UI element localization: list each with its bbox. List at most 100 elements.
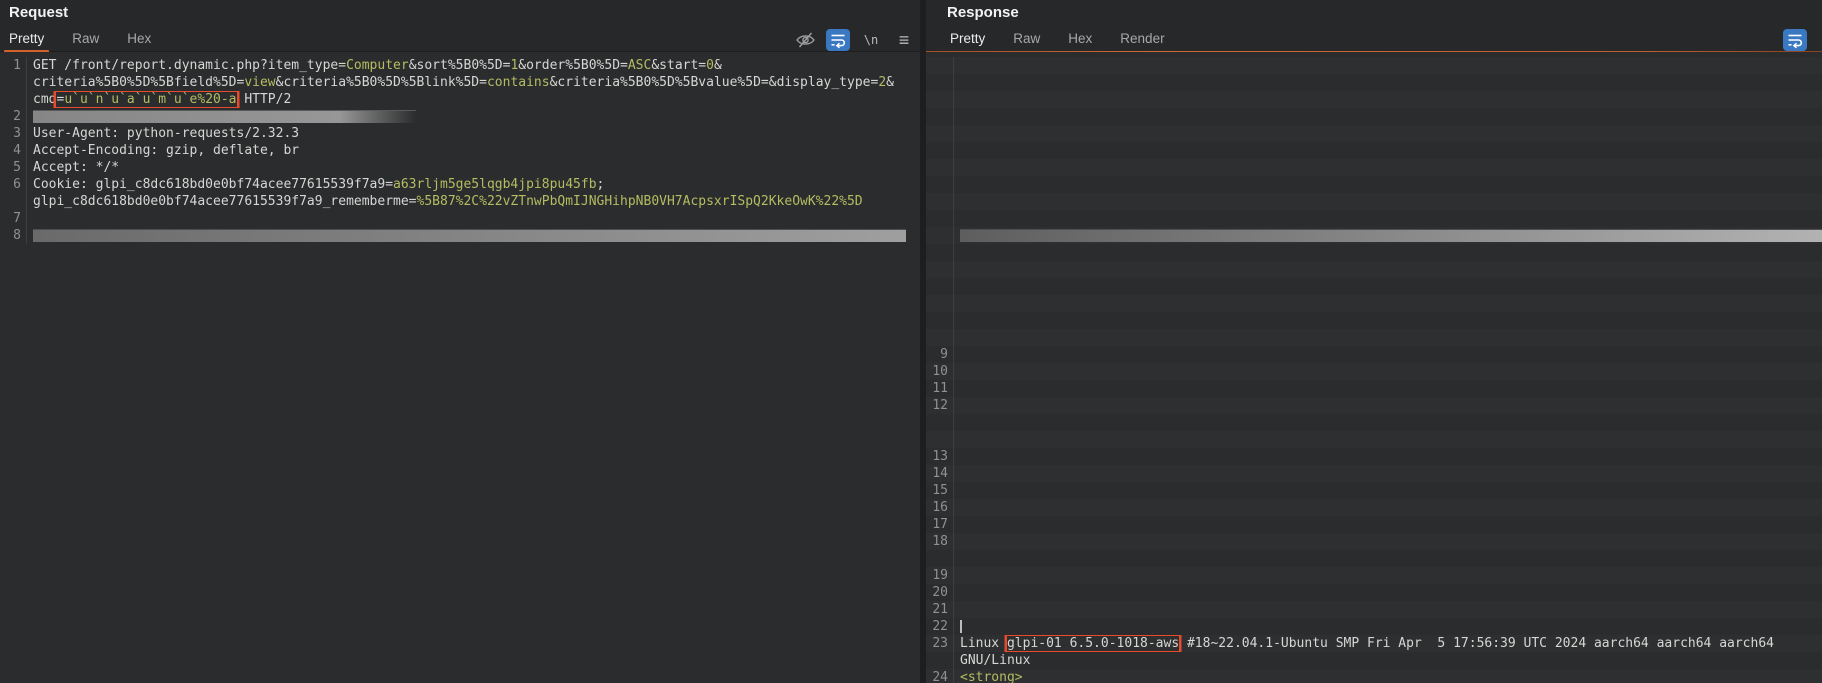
line-number — [926, 193, 954, 210]
code-row: criteria%5B0%5D%5Bfield%5D=view&criteria… — [0, 74, 920, 91]
code-row: 20 — [926, 584, 1822, 601]
request-panel-title: Request — [9, 4, 69, 21]
code-line: GET /front/report.dynamic.php?item_type=… — [27, 57, 920, 74]
code-segment: User-Agent: python-requests/2.32.3 — [33, 126, 300, 141]
code-segment: #18~22.04.1-Ubuntu SMP Fri Apr 5 17:56:3… — [1179, 636, 1774, 651]
code-row: 19 — [926, 567, 1822, 584]
code-row: 12 — [926, 397, 1822, 414]
code-segment: & — [713, 58, 722, 73]
code-row: 6 Cookie: glpi_c8dc618bd0e0bf74acee776155… — [0, 176, 920, 193]
response-editor[interactable]: 9 10 11 12 13 14 15 16 17 18 19 20 21 22 23 Linux glpi-… — [926, 52, 1822, 683]
response-tab-pretty[interactable]: Pretty — [950, 31, 985, 51]
code-line: GNU/Linux — [954, 652, 1822, 669]
line-number — [926, 125, 954, 142]
hide-matches-icon[interactable] — [793, 29, 817, 51]
code-segment: GNU/Linux — [960, 653, 1031, 668]
code-row — [926, 57, 1822, 74]
line-number — [926, 278, 954, 295]
request-tab-hex[interactable]: Hex — [127, 31, 151, 51]
code-row: GNU/Linux — [926, 652, 1822, 669]
line-number: 19 — [926, 567, 954, 584]
code-segment: 2 — [878, 75, 887, 90]
line-number: 13 — [926, 448, 954, 465]
response-tab-raw[interactable]: Raw — [1013, 31, 1040, 51]
word-wrap-icon[interactable] — [826, 29, 850, 51]
code-row — [926, 550, 1822, 567]
line-number: 3 — [0, 125, 27, 142]
code-row — [926, 312, 1822, 329]
line-number — [926, 142, 954, 159]
code-row — [926, 74, 1822, 91]
response-panel-title: Response — [947, 4, 1019, 21]
code-segment: ; — [596, 177, 605, 192]
response-tab-render[interactable]: Render — [1120, 31, 1164, 51]
code-segment: &order%5B0%5D= — [518, 58, 628, 73]
code-line: Linux glpi-01 6.5.0-1018-aws #18~22.04.1… — [954, 635, 1822, 652]
line-number: 6 — [0, 176, 27, 193]
code-segment: Accept: */* — [33, 160, 120, 175]
line-number — [926, 652, 954, 669]
line-number: 22 — [926, 618, 954, 635]
line-number: 18 — [926, 533, 954, 550]
menu-icon[interactable]: ≡ — [892, 29, 916, 51]
line-number — [926, 244, 954, 261]
code-row — [926, 227, 1822, 244]
line-number — [926, 261, 954, 278]
code-row: 4 Accept-Encoding: gzip, deflate, br — [0, 142, 920, 159]
code-segment: & — [886, 75, 894, 90]
line-number — [926, 414, 954, 431]
line-number: 16 — [926, 499, 954, 516]
burp-message-viewer: Request Pretty Raw Hex \n ≡ 1 GET /front… — [0, 0, 1822, 683]
code-row — [926, 108, 1822, 125]
line-number — [926, 295, 954, 312]
request-panel: Request Pretty Raw Hex \n ≡ 1 GET /front… — [0, 0, 920, 683]
code-segment: a63rljm5ge5lqgb4jpi8pu45fb — [393, 177, 597, 192]
line-number: 23 — [926, 635, 954, 652]
code-row — [926, 142, 1822, 159]
code-segment: <strong> — [960, 670, 1023, 683]
request-editor[interactable]: 1 GET /front/report.dynamic.php?item_type… — [0, 52, 920, 683]
annotation-box: =u`u`n`u`a`u`m`u`e%20-a — [56, 92, 236, 107]
response-tab-hex[interactable]: Hex — [1068, 31, 1092, 51]
redaction-bar — [33, 229, 906, 242]
code-line: Accept-Encoding: gzip, deflate, br — [27, 142, 920, 159]
code-segment: &criteria%5B0%5D%5Blink%5D= — [275, 75, 487, 90]
line-number: 12 — [926, 397, 954, 414]
code-segment: criteria%5B0%5D%5Bfield%5D= — [33, 75, 245, 90]
code-row — [926, 329, 1822, 346]
code-line: glpi_c8dc618bd0e0bf74acee77615539f7a9_re… — [27, 193, 920, 210]
code-row: 11 — [926, 380, 1822, 397]
redaction-bar — [960, 229, 1822, 242]
code-row: 22 — [926, 618, 1822, 635]
request-tab-raw[interactable]: Raw — [72, 31, 99, 51]
code-row — [926, 295, 1822, 312]
newline-display-icon[interactable]: \n — [859, 29, 883, 51]
code-row: 18 — [926, 533, 1822, 550]
response-panel: Response Pretty Raw Hex Render 9 10 11 12 13… — [926, 0, 1822, 683]
code-row: cmd=u`u`n`u`a`u`m`u`e%20-a HTTP/2 — [0, 91, 920, 108]
code-row: 24 <strong> — [926, 669, 1822, 683]
request-tab-pretty[interactable]: Pretty — [3, 31, 50, 53]
code-line: Cookie: glpi_c8dc618bd0e0bf74acee7761553… — [27, 176, 920, 193]
word-wrap-icon[interactable] — [1783, 29, 1807, 51]
code-row: 14 — [926, 465, 1822, 482]
line-number: 21 — [926, 601, 954, 618]
response-tabs: Pretty Raw Hex Render — [926, 28, 1822, 52]
code-row — [926, 244, 1822, 261]
